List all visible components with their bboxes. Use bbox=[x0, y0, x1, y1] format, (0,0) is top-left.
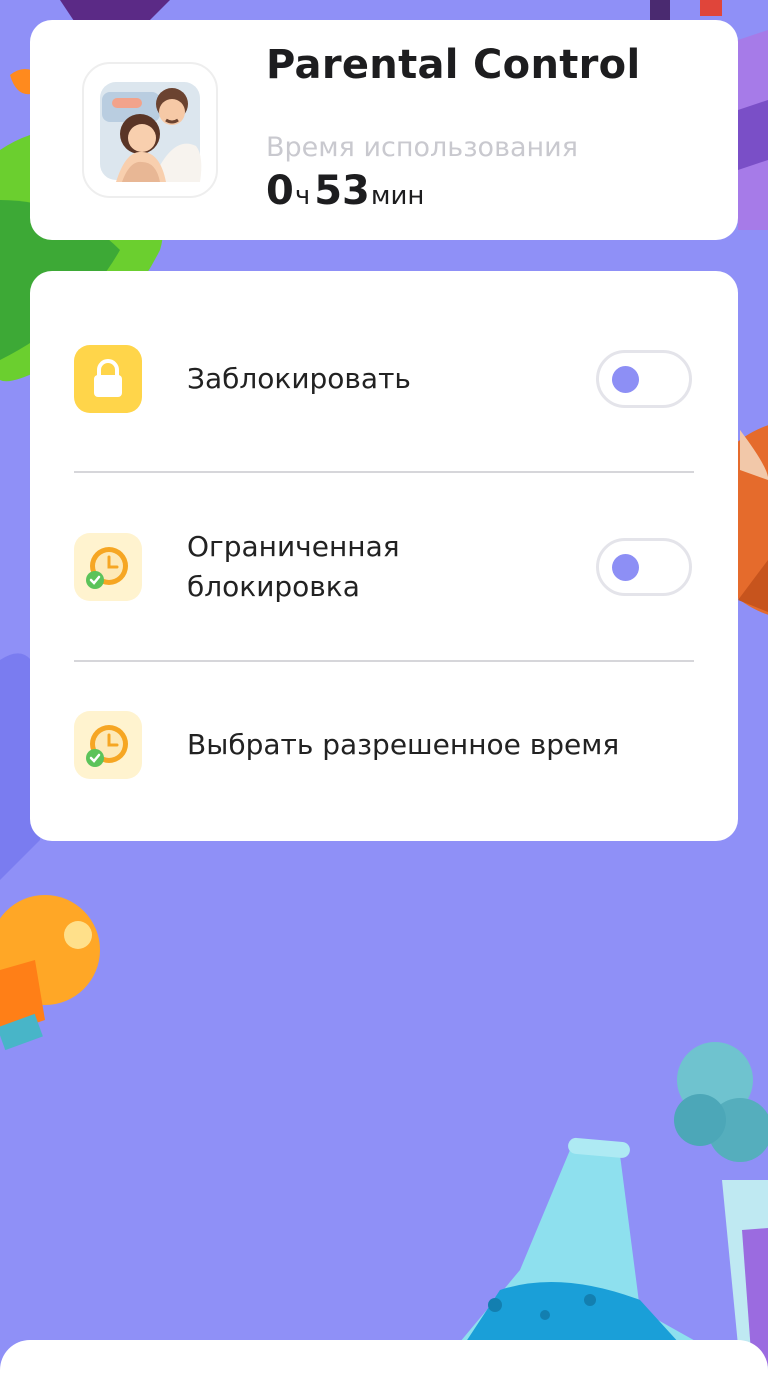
app-header-card: Parental Control Время использования 0 ч… bbox=[30, 20, 738, 240]
usage-time-value: 0 ч 53 мин bbox=[266, 168, 428, 214]
limited-lock-label-line2: блокировка bbox=[187, 570, 360, 603]
limited-lock-toggle[interactable] bbox=[596, 538, 692, 596]
allowed-time-label: Выбрать разрешенное время bbox=[187, 728, 620, 761]
clock-check-icon bbox=[74, 711, 142, 779]
lock-toggle-knob bbox=[612, 366, 639, 393]
usage-time-label: Время использования bbox=[266, 132, 578, 163]
bottom-sheet bbox=[0, 1340, 768, 1400]
app-title: Parental Control bbox=[266, 42, 641, 88]
lock-row[interactable]: Заблокировать bbox=[30, 345, 738, 415]
app-logo-family-icon bbox=[82, 62, 218, 198]
settings-card: Заблокировать Ограниченная блокировка Вы… bbox=[30, 271, 738, 841]
limited-lock-label: Ограниченная блокировка bbox=[187, 527, 400, 607]
allowed-time-row[interactable]: Выбрать разрешенное время bbox=[30, 711, 738, 781]
usage-hours: 0 bbox=[266, 168, 294, 214]
lock-icon bbox=[74, 345, 142, 413]
usage-minutes: 53 bbox=[314, 168, 370, 214]
pencil-decoration bbox=[650, 0, 670, 22]
hours-unit: ч bbox=[294, 181, 311, 211]
divider bbox=[74, 471, 694, 473]
clock-check-icon bbox=[74, 533, 142, 601]
lock-toggle[interactable] bbox=[596, 350, 692, 408]
lock-label: Заблокировать bbox=[187, 362, 411, 395]
limited-lock-toggle-knob bbox=[612, 554, 639, 581]
minutes-unit: мин bbox=[370, 181, 425, 211]
limited-lock-row[interactable]: Ограниченная блокировка bbox=[30, 530, 738, 603]
limited-lock-label-line1: Ограниченная bbox=[187, 530, 400, 563]
divider bbox=[74, 660, 694, 662]
